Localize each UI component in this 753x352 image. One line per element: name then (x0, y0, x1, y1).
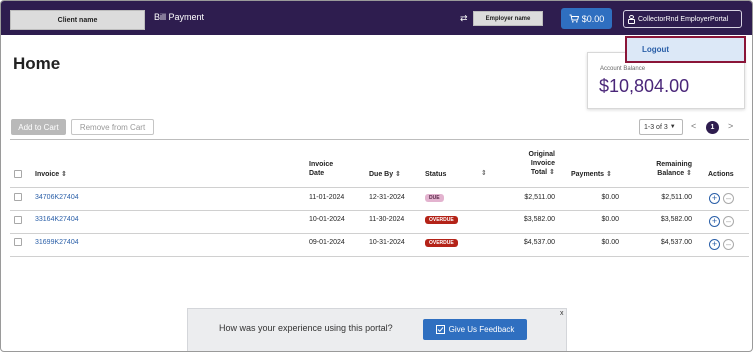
pagination-range: 1-3 of 3 (644, 123, 668, 131)
account-balance-value: $10,804.00 (599, 76, 690, 96)
plus-circle-icon[interactable]: + (709, 239, 720, 250)
user-name: CollectorRnd EmployerPortal (638, 15, 729, 23)
previous-page-icon[interactable]: < (691, 121, 696, 131)
header-divider (10, 187, 749, 188)
header-payments[interactable]: Payments ⇕ (571, 170, 612, 179)
chevron-down-icon: ▼ (669, 124, 676, 130)
header-remaining-line2: Balance ⇕ (633, 169, 692, 178)
sort-icon[interactable]: ⇕ (395, 171, 401, 178)
header-invoice-label: Invoice (35, 171, 60, 178)
employer-name-logo[interactable]: Employer name (473, 11, 543, 26)
status-badge: DUE (425, 194, 444, 202)
row-divider (10, 233, 749, 234)
header-original-line3: Total ⇕ (511, 168, 555, 177)
add-to-cart-button[interactable]: Add to Cart (11, 119, 66, 135)
remove-from-cart-button[interactable]: Remove from Cart (71, 119, 154, 135)
feedback-question: How was your experience using this porta… (219, 323, 393, 333)
status-badge: OVERDUE (425, 239, 458, 247)
payments: $0.00 (601, 194, 619, 201)
header-original-line1: Original (528, 151, 555, 158)
account-balance-label: Account Balance (600, 66, 646, 72)
payments: $0.00 (601, 216, 619, 223)
invoice-date: 11-01-2024 (309, 194, 345, 201)
sort-icon[interactable]: ⇕ (61, 171, 67, 178)
header-status[interactable]: Status (425, 170, 446, 179)
header-remaining-line1: Remaining (656, 161, 692, 168)
minus-circle-icon[interactable]: – (723, 193, 734, 204)
give-feedback-button[interactable]: Give Us Feedback (423, 319, 527, 340)
row-checkbox[interactable] (14, 238, 22, 246)
row-checkbox[interactable] (14, 193, 22, 201)
row-checkbox[interactable] (14, 216, 22, 224)
client-name-logo[interactable]: Client name (10, 10, 145, 30)
header-remaining-balance[interactable]: Remaining Balance ⇕ (633, 160, 692, 178)
original-total: $3,582.00 (523, 216, 555, 223)
give-feedback-label: Give Us Feedback (448, 325, 515, 334)
plus-circle-icon[interactable]: + (709, 193, 720, 204)
row-divider (10, 256, 749, 257)
remaining-balance: $3,582.00 (660, 216, 692, 223)
feedback-banner: How was your experience using this porta… (187, 308, 567, 351)
user-menu-button[interactable]: CollectorRnd EmployerPortal (623, 10, 742, 28)
header-original-invoice-total[interactable]: Original Invoice Total ⇕ (511, 150, 555, 177)
feedback-icon (435, 325, 445, 334)
minus-circle-icon[interactable]: – (723, 239, 734, 250)
invoice-link[interactable]: 31699K27404 (35, 239, 79, 246)
cart-button[interactable]: $0.00 (561, 8, 612, 29)
close-icon[interactable]: x (560, 310, 564, 317)
due-by-date: 12-31-2024 (369, 194, 405, 201)
header-actions: Actions (708, 171, 734, 178)
sort-icon[interactable]: ⇕ (481, 169, 487, 177)
sort-icon[interactable]: ⇕ (686, 170, 692, 177)
sort-icon[interactable]: ⇕ (606, 171, 612, 178)
header-invoice[interactable]: Invoice ⇕ (35, 170, 67, 179)
header-remaining-line2-label: Balance (657, 170, 685, 177)
header-status-label: Status (425, 171, 447, 178)
page-title: Home (13, 54, 61, 73)
header-invoice-date-line2: Date (309, 170, 325, 177)
invoice-date: 10-01-2024 (309, 216, 345, 223)
table-top-divider (10, 139, 749, 140)
payments: $0.00 (601, 239, 619, 246)
invoice-date: 09-01-2024 (309, 239, 345, 246)
invoice-link[interactable]: 34706K27404 (35, 194, 79, 201)
minus-circle-icon[interactable]: – (723, 216, 734, 227)
header-due-by-label: Due By (369, 171, 394, 178)
cart-amount: $0.00 (581, 13, 605, 24)
header-original-line2: Invoice (530, 160, 555, 167)
header-payments-label: Payments (571, 171, 605, 178)
due-by-date: 11-30-2024 (369, 216, 405, 223)
pagination-range-select[interactable]: 1-3 of 3 ▼ (639, 119, 683, 135)
current-page-button[interactable]: 1 (706, 121, 719, 134)
plus-circle-icon[interactable]: + (709, 216, 720, 227)
header-due-by[interactable]: Due By ⇕ (369, 170, 401, 179)
header-original-line3-label: Total (530, 169, 548, 176)
original-total: $2,511.00 (524, 194, 555, 201)
app-title: Bill Payment (154, 12, 205, 22)
app-frame: Client name Bill Payment ⇄ Employer name… (0, 0, 753, 352)
row-divider (10, 210, 749, 211)
status-badge: OVERDUE (425, 216, 458, 224)
next-page-icon[interactable]: > (728, 121, 733, 131)
original-total: $4,537.00 (523, 239, 555, 246)
header-invoice-date[interactable]: Invoice Date (309, 160, 333, 178)
invoice-link[interactable]: 33164K27404 (35, 216, 79, 223)
due-by-date: 10-31-2024 (369, 239, 405, 246)
header-invoice-date-line1: Invoice (309, 161, 334, 168)
user-lock-icon (628, 14, 635, 24)
select-all-checkbox[interactable] (14, 170, 22, 178)
sort-icon[interactable]: ⇕ (549, 169, 555, 176)
top-navigation-bar: Client name Bill Payment ⇄ Employer name… (1, 1, 752, 35)
logout-menu-item[interactable]: Logout (625, 36, 746, 63)
cart-icon (569, 14, 579, 23)
swap-arrows-icon[interactable]: ⇄ (460, 13, 468, 24)
remaining-balance: $4,537.00 (660, 239, 692, 246)
remaining-balance: $2,511.00 (661, 194, 692, 201)
